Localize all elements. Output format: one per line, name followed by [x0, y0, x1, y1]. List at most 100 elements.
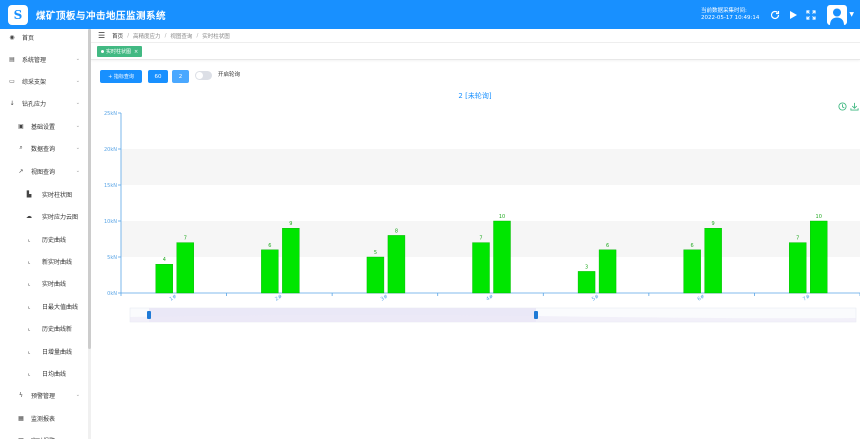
chevron-down-icon: ⌄ — [75, 123, 80, 129]
sidebar-item-label: 数据查询 — [31, 145, 56, 153]
line-chart-icon: ⌞ — [27, 279, 31, 287]
bar — [683, 249, 701, 294]
sidebar-item-label: 历史曲线 — [42, 236, 67, 244]
sidebar-item-label: 新实时曲线 — [42, 258, 73, 266]
app-header: S 煤矿顶板与冲击地压监测系统 当前数据采集时间: 2022-05-17 10:… — [0, 0, 860, 29]
support-icon: ▭ — [9, 77, 15, 85]
warning-icon: ϟ — [19, 391, 23, 399]
drill-icon: ↓ — [9, 99, 15, 107]
time-value: 2022-05-17 10:49:14 — [700, 14, 760, 21]
user-avatar[interactable] — [827, 4, 848, 25]
chevron-down-icon: ⌄ — [75, 56, 80, 62]
x-tick-label: 1# — [169, 294, 178, 303]
data-label: 3 — [585, 264, 588, 270]
tags-view: 实时柱状图 × — [91, 43, 860, 60]
sidebar-item[interactable]: ↓ 钻孔应力 ⌄ — [0, 92, 89, 114]
sidebar-item-label: 钻孔应力 — [22, 100, 47, 108]
sidebar-item[interactable]: ⌞ 日均曲线 — [0, 362, 89, 384]
sidebar-item-label: 预警管理 — [31, 392, 56, 400]
breadcrumb-item[interactable]: 首页 — [112, 32, 123, 40]
sidebar-item-label: 系统管理 — [22, 56, 47, 64]
bar — [577, 271, 596, 294]
fullscreen-icon[interactable] — [803, 7, 819, 23]
sidebar-item[interactable]: ⌞ 日最大值曲线 — [0, 295, 89, 317]
line-chart-icon: ⌞ — [27, 235, 31, 243]
search-icon: ⌕ — [19, 144, 23, 151]
x-tick-label: 4# — [485, 294, 494, 303]
bar — [366, 256, 385, 294]
sidebar-item[interactable]: ⌞ 实时曲线 — [0, 272, 89, 294]
sidebar-item[interactable]: ⌞ 历史曲线新 — [0, 317, 89, 339]
sidebar-item[interactable]: ☁ 实时应力云图 — [0, 205, 89, 227]
sidebar-item-label: 首页 — [22, 34, 35, 42]
close-icon[interactable]: × — [134, 49, 138, 55]
sidebar-item-label: 实时应力云图 — [42, 213, 79, 221]
chevron-down-icon: ⌄ — [75, 168, 80, 174]
data-label: 6 — [691, 243, 694, 249]
sidebar-item[interactable]: ⌞ 新实时曲线 — [0, 250, 89, 272]
grid-band — [121, 185, 860, 221]
y-tick-label: 25kN — [104, 111, 117, 117]
bar — [472, 242, 490, 294]
sidebar-item-label: 日均曲线 — [42, 370, 67, 378]
sidebar-item[interactable]: ◉ 首页 — [0, 26, 89, 48]
data-label: 6 — [606, 243, 609, 249]
x-tick-label: 7# — [802, 294, 811, 303]
tag-active[interactable]: 实时柱状图 × — [97, 46, 143, 57]
sidebar-item[interactable]: ▦ 监测报表 — [0, 407, 89, 429]
sidebar-item[interactable]: ⌞ 历史曲线 — [0, 228, 89, 250]
breadcrumb-separator: / — [127, 32, 130, 39]
menu-fold-icon[interactable]: ☰ — [98, 31, 105, 40]
sidebar-item-label: 历史曲线新 — [42, 325, 73, 333]
y-tick-label: 20kN — [104, 147, 117, 153]
data-label: 7 — [796, 236, 799, 242]
sidebar-item-label: 实时报警 — [31, 436, 55, 439]
line-chart-icon: ⌞ — [27, 324, 31, 332]
datazoom-handle-left — [147, 311, 151, 319]
app-logo: S — [8, 4, 28, 25]
bar — [493, 220, 511, 294]
cloud-icon: ☁ — [26, 212, 32, 220]
bar — [155, 263, 173, 294]
bar-chart: 0kN 5kN 10kN 15kN 20kN 25kN 1# 4 7 2# 6 9 3# 5 8 4# 7 10 5… — [104, 111, 860, 323]
sidebar-item[interactable]: ▭ 综采支架 ⌄ — [0, 70, 89, 92]
interval-2-button[interactable]: 2 — [172, 70, 189, 83]
bar-chart-icon: ▙ — [26, 190, 32, 198]
sidebar: ◉ 首页 ▤ 系统管理 ⌄ ▭ 综采支架 ⌄ ↓ 钻孔应力 ⌄ ▣ 基础设置 ⌄ ⌕ 数据查询 ⌄ ↗ 视图查询 ⌄ ▙… — [0, 26, 91, 439]
line-chart-icon: ⌞ — [27, 257, 31, 265]
data-label: 6 — [268, 243, 271, 249]
datazoom-handle-right[interactable] — [534, 311, 538, 319]
sidebar-item[interactable]: ⌕ 数据查询 ⌄ — [0, 137, 89, 159]
play-icon[interactable] — [785, 7, 801, 23]
app-title: 煤矿顶板与冲击地压监测系统 — [36, 10, 167, 22]
polling-toggle[interactable] — [195, 71, 212, 80]
sidebar-item[interactable]: ▦实时报警 — [0, 429, 89, 439]
bar — [704, 227, 722, 294]
sidebar-item[interactable]: ↗ 视图查询 ⌄ — [0, 160, 89, 182]
sidebar-item[interactable]: ▙ 实时柱状图 — [0, 183, 89, 205]
polling-toggle-label: 开启轮询 — [218, 72, 241, 78]
refresh-icon[interactable] — [767, 7, 783, 23]
bar — [176, 242, 194, 294]
bar — [789, 242, 807, 294]
breadcrumb: ☰ 首页 / 高精度应力 / 视图查询 / 实时柱状图 — [91, 29, 860, 43]
sidebar-item[interactable]: ⌞ 日增量曲线 — [0, 340, 89, 362]
data-label: 9 — [712, 221, 715, 227]
x-tick-label: 5# — [591, 294, 600, 303]
sidebar-item[interactable]: ϟ 预警管理 ⌄ — [0, 384, 89, 406]
interval-60-button[interactable]: 60 — [148, 70, 168, 83]
data-label: 9 — [289, 221, 292, 227]
data-time: 当前数据采集时间: 2022-05-17 10:49:14 — [701, 8, 759, 22]
sidebar-item[interactable]: ▤ 系统管理 ⌄ — [0, 48, 89, 70]
sidebar-item-label: 监测报表 — [31, 415, 56, 423]
sidebar-item-label: 实时柱状图 — [42, 191, 73, 199]
query-button[interactable]: + 指标查询 — [100, 70, 142, 83]
sidebar-item[interactable]: ▣ 基础设置 ⌄ — [0, 115, 89, 137]
sidebar-item-label: 实时曲线 — [42, 280, 67, 288]
bar — [387, 235, 406, 294]
chevron-down-icon[interactable]: ▼ — [849, 11, 854, 18]
dashboard-icon: ◉ — [9, 33, 15, 41]
data-label: 10 — [499, 214, 505, 220]
sidebar-item-label: 日增量曲线 — [42, 348, 73, 356]
time-label: 当前数据采集时间: — [700, 7, 747, 14]
